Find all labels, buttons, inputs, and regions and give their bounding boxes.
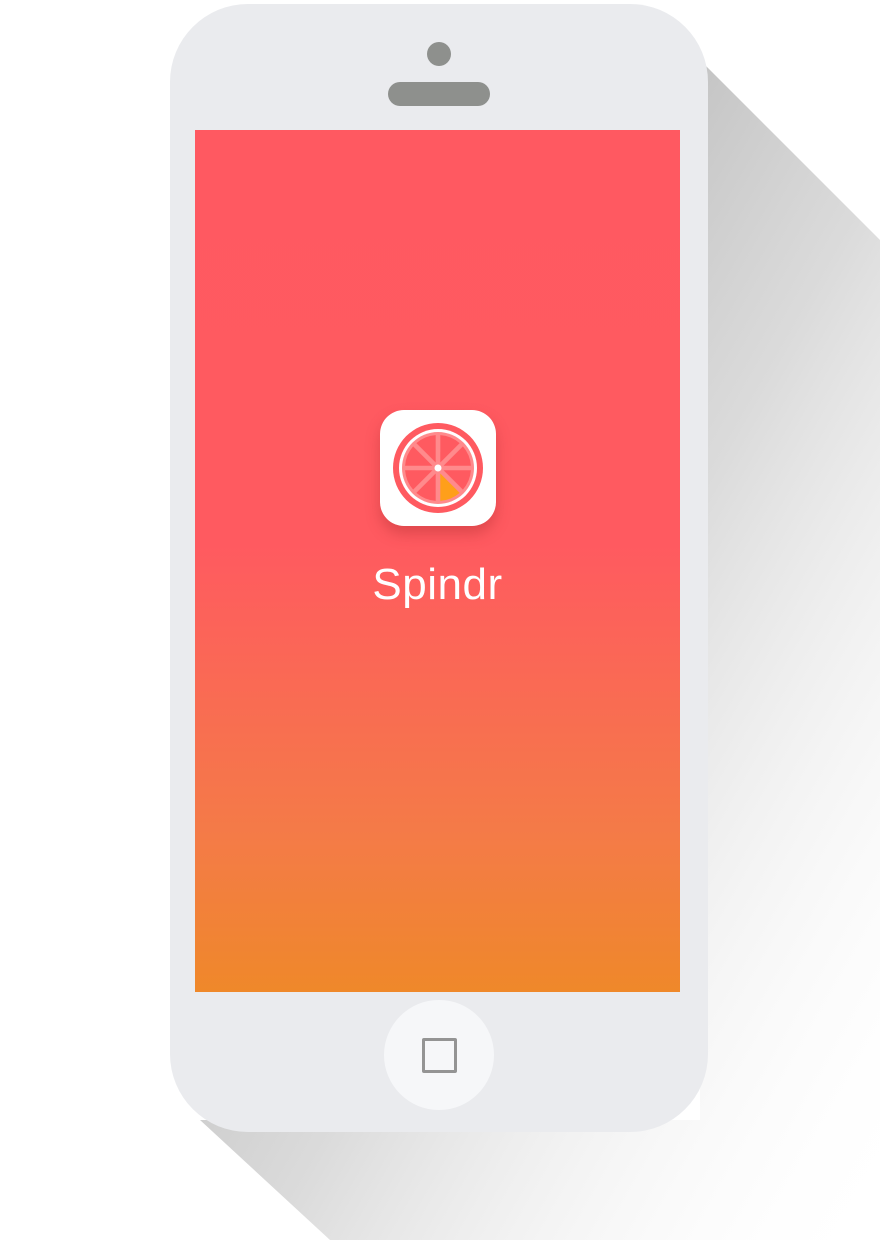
front-camera bbox=[427, 42, 451, 66]
earpiece-speaker bbox=[388, 82, 490, 106]
square-home-icon bbox=[422, 1038, 457, 1073]
phone-screen: Spindr bbox=[195, 130, 680, 992]
app-name: Spindr bbox=[372, 560, 503, 609]
grapefruit-slice-icon bbox=[393, 423, 483, 513]
home-button[interactable] bbox=[384, 1000, 494, 1110]
app-icon[interactable] bbox=[380, 410, 496, 526]
